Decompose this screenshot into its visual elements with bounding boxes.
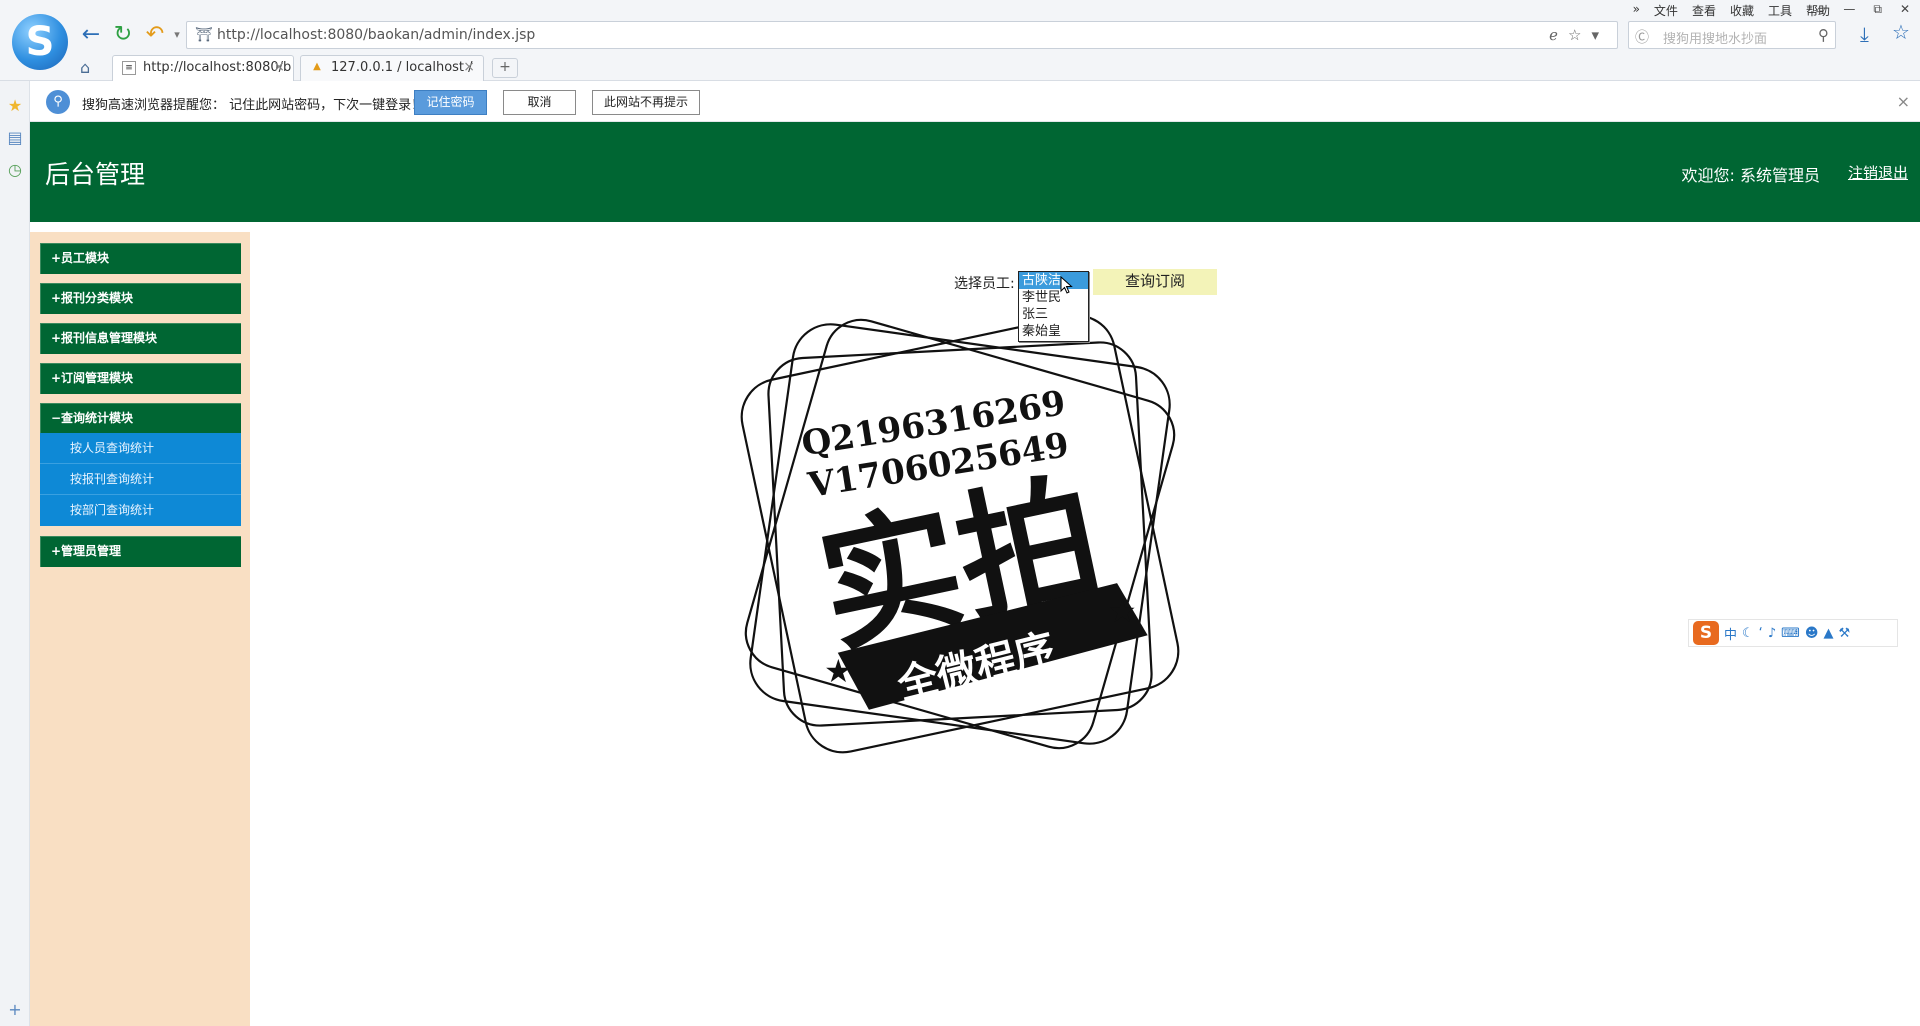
shirt-icon[interactable]: ▲	[1823, 626, 1833, 641]
tab-label: 127.0.0.1 / localhost /	[331, 60, 473, 75]
app-header: 后台管理 欢迎您: 系统管理员 注销退出	[30, 122, 1920, 222]
sogou-ime-logo-icon[interactable]: S	[1693, 621, 1719, 645]
address-bar-icons[interactable]: ℯ☆▾	[1549, 26, 1609, 44]
punctuation-icon[interactable]: ‘	[1759, 626, 1763, 641]
mouse-cursor-icon	[1060, 276, 1073, 294]
remember-password-button[interactable]: 记住密码	[414, 90, 487, 115]
expand-icon: +	[51, 251, 62, 265]
url-text[interactable]: http://localhost:8080/baokan/admin/index…	[217, 27, 535, 43]
menu-file[interactable]: 文件	[1654, 2, 1678, 19]
module-newspaper-info[interactable]: +报刊信息管理模块	[40, 323, 241, 354]
logout-link[interactable]: 注销退出	[1848, 162, 1908, 183]
shield-icon: ⛩	[195, 27, 213, 43]
star-icon: ★	[1108, 592, 1137, 630]
module-subscription[interactable]: +订阅管理模块	[40, 363, 241, 394]
magnifier-icon[interactable]: ⚲	[1818, 26, 1829, 44]
employee-select[interactable]: 古陕洁 李世民 张三 秦始皇	[1018, 271, 1089, 342]
microphone-icon[interactable]: ♪	[1768, 626, 1776, 641]
employee-option[interactable]: 古陕洁	[1019, 272, 1088, 289]
module-label: 报刊信息管理模块	[61, 331, 158, 345]
close-window-icon[interactable]: ✕	[1900, 2, 1910, 17]
cancel-button[interactable]: 取消	[503, 90, 576, 115]
left-menu: +员工模块 +报刊分类模块 +报刊信息管理模块 +订阅管理模块 −查询统计模块 …	[30, 232, 250, 1026]
tab-admin[interactable]: ≡ http://localhost:8080/b ×	[112, 55, 294, 81]
employee-option[interactable]: 李世民	[1019, 289, 1088, 306]
submenu-by-department[interactable]: 按部门查询统计	[40, 495, 241, 526]
employee-label: 选择员工:	[954, 276, 1015, 292]
collapse-icon: −	[51, 411, 62, 425]
expand-icon: +	[51, 291, 62, 305]
expand-icon: +	[51, 331, 62, 345]
query-submenu: 按人员查询统计 按报刊查询统计 按部门查询统计	[40, 433, 241, 526]
tab-close-icon[interactable]: ×	[273, 59, 285, 75]
sogou-search-icon: Ⓒ	[1635, 30, 1649, 46]
refresh-icon[interactable]: ↻	[110, 22, 136, 48]
search-input[interactable]: Ⓒ 搜狗用搜地水抄面 ⚲	[1628, 21, 1836, 49]
menu-favorites[interactable]: 收藏	[1730, 2, 1754, 19]
add-icon[interactable]: +	[6, 1001, 24, 1019]
module-label: 报刊分类模块	[61, 291, 134, 305]
module-query-statistics[interactable]: −查询统计模块	[40, 403, 241, 434]
minimize-icon[interactable]: —	[1843, 2, 1855, 17]
expand-icon: +	[51, 544, 62, 558]
moon-icon[interactable]: ☾	[1742, 626, 1754, 641]
module-label: 查询统计模块	[61, 411, 134, 425]
tab-label: http://localhost:8080/b	[143, 60, 292, 75]
menu-view[interactable]: 查看	[1692, 2, 1716, 19]
favorites-star-icon[interactable]: ☆	[1892, 20, 1910, 44]
module-label: 管理员管理	[61, 544, 122, 558]
module-employee[interactable]: +员工模块	[40, 243, 241, 274]
reader-icon[interactable]: ▤	[6, 129, 24, 147]
search-placeholder: 搜狗用搜地水抄面	[1663, 32, 1768, 47]
ime-mode-label[interactable]: 中	[1724, 624, 1737, 643]
tab-phpmyadmin[interactable]: ▲ 127.0.0.1 / localhost / ×	[300, 55, 484, 81]
employee-option[interactable]: 秦始皇	[1019, 323, 1088, 340]
page-title: 后台管理	[45, 160, 146, 189]
address-bar[interactable]: ⛩ http://localhost:8080/baokan/admin/ind…	[186, 21, 1618, 49]
browser-sidebar: ★ ▤ ◷ +	[0, 81, 30, 1026]
new-tab-button[interactable]: +	[492, 58, 518, 78]
module-newspaper-category[interactable]: +报刊分类模块	[40, 283, 241, 314]
wrench-icon[interactable]: ⚒	[1838, 626, 1850, 641]
password-prompt-bar: ⚲ 搜狗高速浏览器提醒您： 记住此网站密码，下次一键登录！ 记住密码 取消 此网…	[30, 82, 1920, 122]
user-icon[interactable]: ☻	[1805, 626, 1819, 641]
module-label: 订阅管理模块	[61, 371, 134, 385]
submenu-by-person[interactable]: 按人员查询统计	[40, 433, 241, 464]
password-prompt-text: 搜狗高速浏览器提醒您： 记住此网站密码，下次一键登录！	[82, 98, 425, 113]
skin-icon[interactable]: ▱	[1816, 2, 1825, 17]
phpmyadmin-icon: ▲	[313, 61, 321, 72]
close-icon[interactable]: ×	[1897, 92, 1910, 111]
favorites-icon[interactable]: ★	[6, 97, 24, 115]
browser-logo-icon[interactable]: S	[12, 14, 68, 70]
expand-icon: +	[51, 371, 62, 385]
home-icon[interactable]: ⌂	[80, 58, 90, 77]
browser-toolbar: S ← ↻ ↶ ▾ ⛩ http://localhost:8080/baokan…	[0, 0, 1920, 81]
module-admin[interactable]: +管理员管理	[40, 536, 241, 567]
back-icon[interactable]: ←	[78, 22, 104, 48]
menu-tools[interactable]: 工具	[1768, 2, 1792, 19]
restore-icon[interactable]: ⧉	[1873, 2, 1882, 17]
page-icon: ≡	[122, 61, 136, 75]
query-subscription-button[interactable]: 查询订阅	[1093, 269, 1217, 295]
never-remind-button[interactable]: 此网站不再提示	[592, 90, 700, 115]
download-icon[interactable]: ⤓	[1860, 22, 1869, 46]
ime-toolbar: S 中 ☾ ‘ ♪ ⌨ ☻ ▲ ⚒	[1688, 619, 1898, 647]
watermark-stamp: Q2196316269 V1706025649 实拍 全微程序 ★ ★	[740, 314, 1180, 754]
tab-close-icon[interactable]: ×	[463, 59, 475, 75]
submenu-by-newspaper[interactable]: 按报刊查询统计	[40, 464, 241, 495]
key-icon: ⚲	[46, 90, 70, 114]
window-controls: ▱ — ⧉ ✕	[1816, 2, 1910, 17]
employee-option[interactable]: 张三	[1019, 306, 1088, 323]
browser-menu: » 文件 查看 收藏 工具 帮助	[1633, 2, 1830, 19]
menu-expand-icon[interactable]: »	[1633, 2, 1640, 19]
star-icon: ★	[824, 652, 853, 690]
module-label: 员工模块	[61, 251, 110, 265]
history-icon[interactable]: ◷	[6, 161, 24, 179]
keyboard-icon[interactable]: ⌨	[1781, 626, 1800, 641]
welcome-text: 欢迎您: 系统管理员	[1681, 166, 1820, 185]
